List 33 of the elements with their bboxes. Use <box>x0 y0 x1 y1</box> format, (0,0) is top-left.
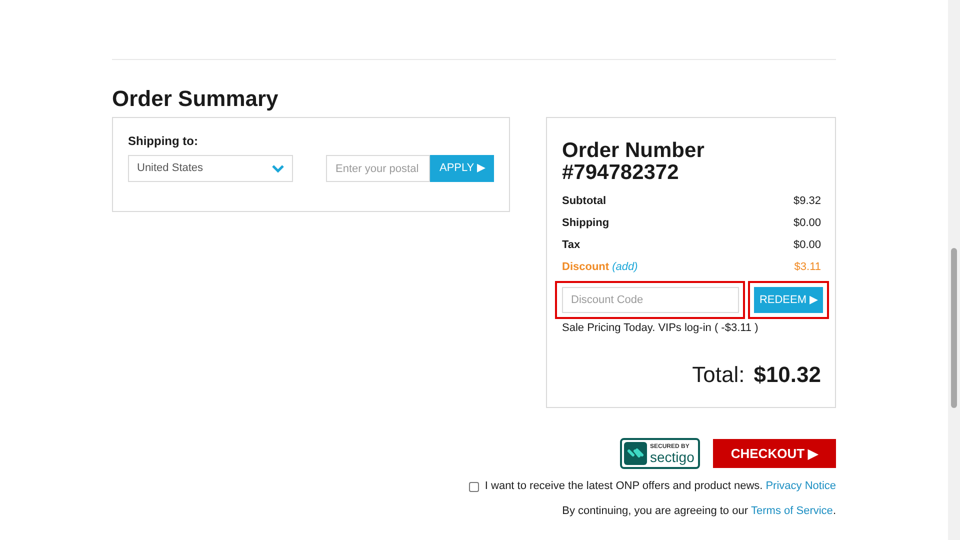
discount-label: Discount <box>562 261 610 273</box>
logo-icon <box>624 442 647 466</box>
row-value: $3.11 <box>794 260 821 275</box>
scrollbar[interactable] <box>948 0 960 540</box>
redeem-button[interactable]: REDEEM ▶ <box>754 287 823 314</box>
order-number: #794782372 <box>562 162 680 184</box>
total-label: Total: <box>692 361 745 390</box>
postal-code-field[interactable]: Enter your postal <box>326 155 430 182</box>
total-value: $10.32 <box>754 361 821 390</box>
terms-period: . <box>832 504 836 519</box>
newsletter-checkbox[interactable] <box>468 482 479 492</box>
checkout-button[interactable]: CHECKOUT ▶ <box>713 439 836 468</box>
row-label: Subtotal <box>562 194 606 209</box>
country-dropdown[interactable]: United States <box>128 155 293 182</box>
row-value: $0.00 <box>793 216 821 231</box>
shipping-label: Shipping to: <box>128 133 199 149</box>
order-number-title: Order Number <box>562 140 706 162</box>
sale-note: Sale Pricing Today. VIPs log-in ( -$3.11 ) <box>562 321 760 336</box>
row-label: Shipping <box>562 216 610 231</box>
apply-button[interactable]: APPLY ▶ <box>430 155 494 182</box>
terms-link[interactable]: Terms of Service <box>751 502 833 520</box>
discount-code-field[interactable]: Discount Code <box>562 287 739 313</box>
privacy-link[interactable]: Privacy Notice <box>766 478 836 495</box>
row-label: Tax <box>562 238 580 253</box>
row-value: $0.00 <box>793 238 821 253</box>
section-heading: Order Summary <box>112 86 280 112</box>
terms-text: By continuing, you are agreeing to our <box>562 504 748 519</box>
newsletter-text: I want to receive the latest ONP offers and product news. <box>484 479 763 494</box>
add-discount-link[interactable]: (add) <box>612 261 638 273</box>
badge-brand: sectigo <box>650 450 694 464</box>
scrollbar-thumb[interactable] <box>951 248 957 408</box>
row-value: $9.32 <box>793 194 821 209</box>
chevron-down-icon <box>272 164 284 172</box>
